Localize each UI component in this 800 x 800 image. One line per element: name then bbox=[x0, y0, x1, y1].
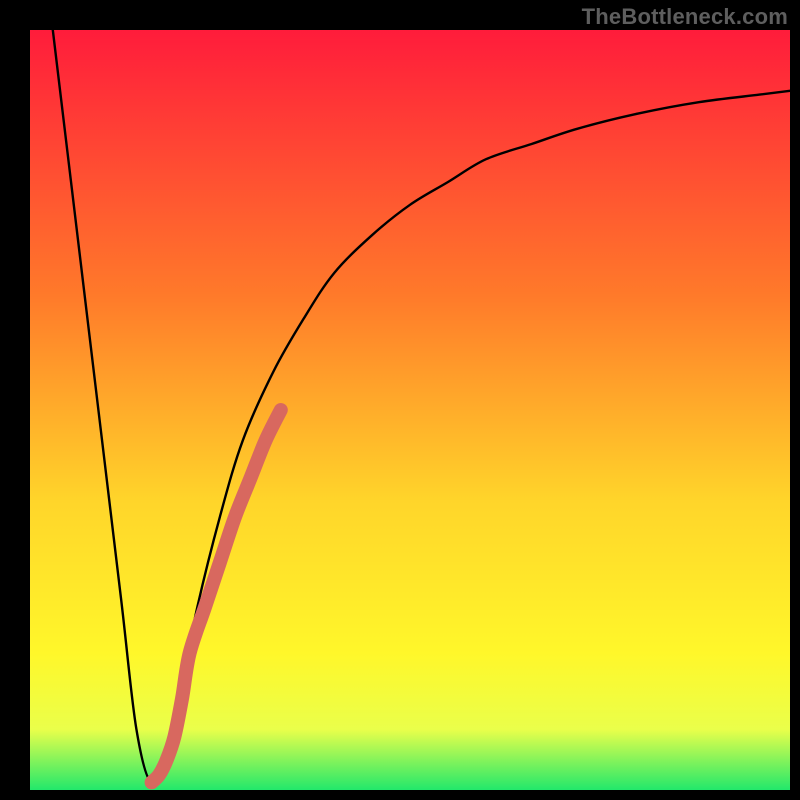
gradient-background bbox=[30, 30, 790, 790]
bottleneck-chart bbox=[30, 30, 790, 790]
plot-area bbox=[30, 30, 790, 790]
watermark-text: TheBottleneck.com bbox=[582, 4, 788, 30]
chart-frame: TheBottleneck.com bbox=[0, 0, 800, 800]
